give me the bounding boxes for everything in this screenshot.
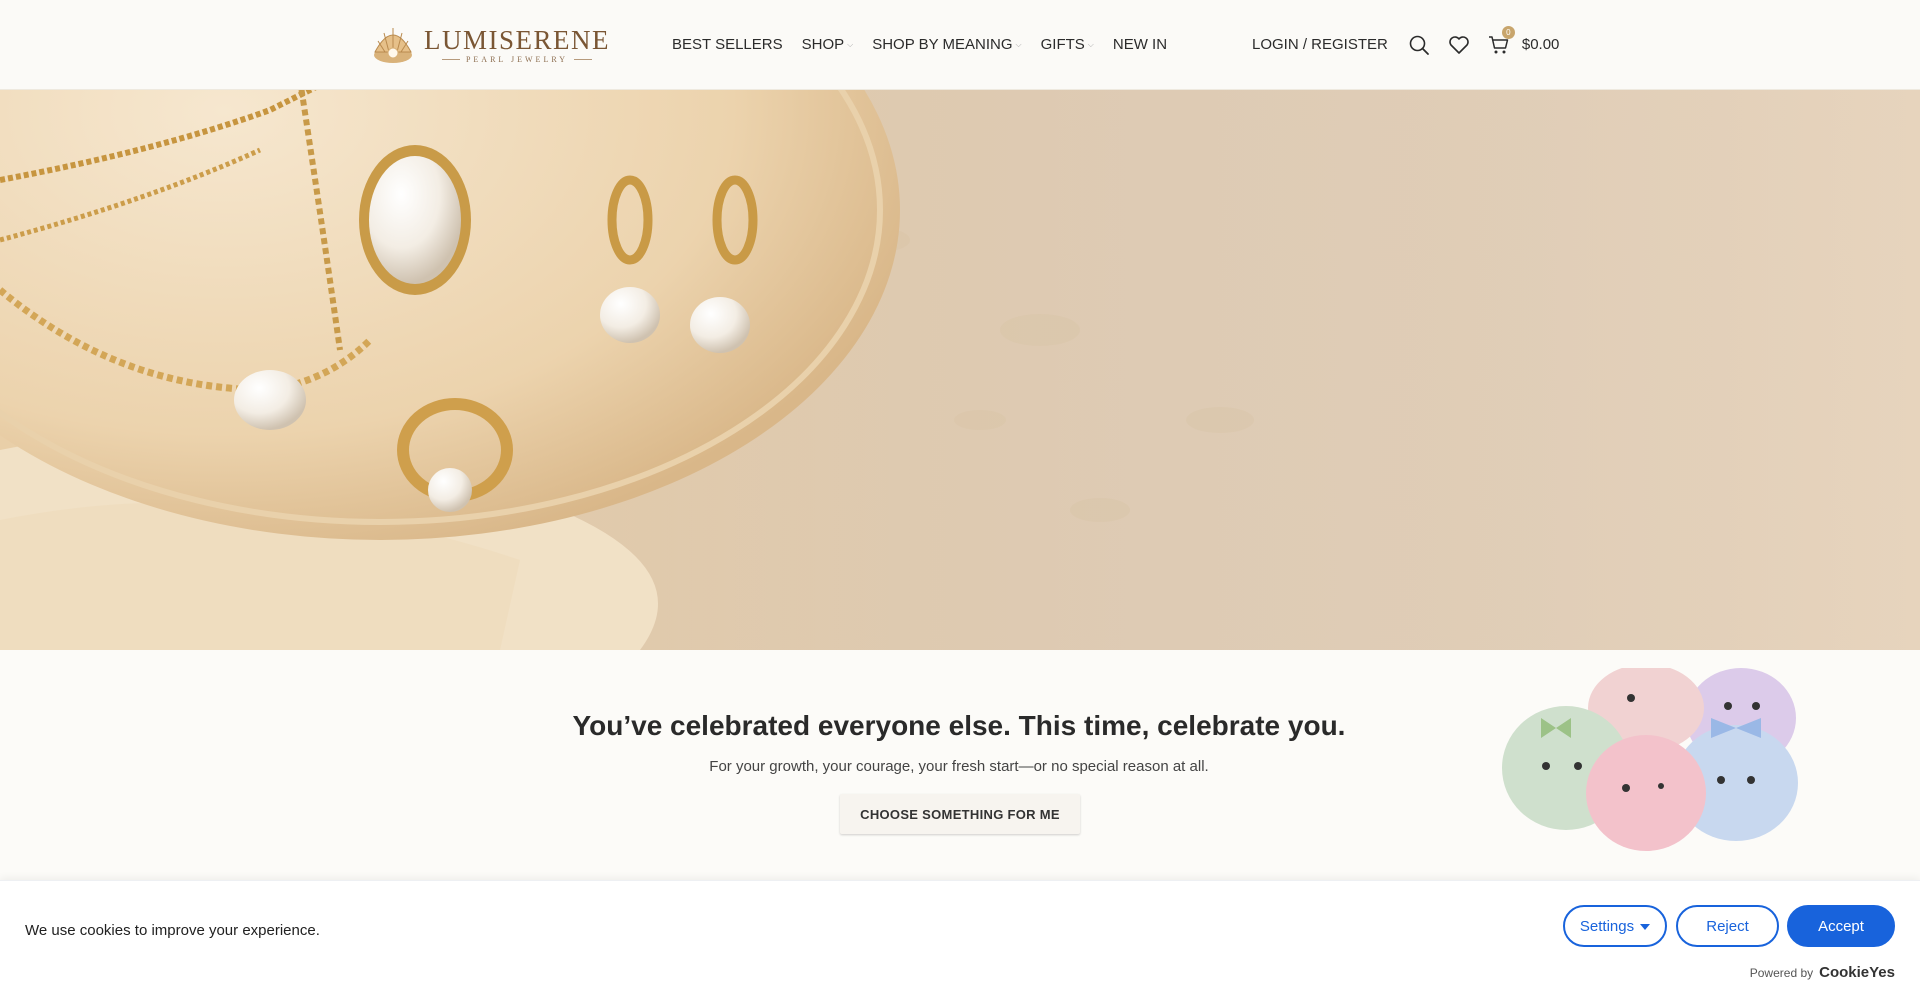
logo-tagline: PEARL JEWELRY (436, 55, 598, 64)
cookieyes-logo: CookieYes (1819, 964, 1895, 981)
cart-icon-wrap: 0 (1488, 25, 1515, 56)
cookie-settings-button[interactable]: Settings (1563, 905, 1667, 947)
nav-item-shop[interactable]: SHOP ⌵ (802, 36, 854, 53)
nav-item-gifts[interactable]: GIFTS ⌵ (1041, 36, 1094, 53)
site-logo[interactable]: LUMISERENE PEARL JEWELRY (370, 22, 610, 68)
login-register-link[interactable]: LOGIN / REGISTER (1252, 36, 1388, 53)
nav-item-best-sellers[interactable]: BEST SELLERS (672, 36, 783, 53)
main-nav: BEST SELLERS SHOP ⌵ SHOP BY MEANING ⌵ GIFT… (672, 0, 1186, 89)
cart-count-badge: 0 (1501, 25, 1515, 39)
site-header: LUMISERENE PEARL JEWELRY BEST SELLERS SH… (0, 0, 1920, 90)
logo-name: LUMISERENE (424, 25, 610, 55)
chevron-down-icon: ⌵ (847, 39, 854, 49)
intro-section: You’ve celebrated everyone else. This ti… (0, 650, 1920, 880)
cookie-reject-button[interactable]: Reject (1676, 905, 1779, 947)
choose-something-button[interactable]: CHOOSE SOMETHING FOR ME (840, 794, 1080, 834)
powered-by[interactable]: Powered by CookieYes (1750, 964, 1895, 981)
chevron-down-icon: ⌵ (1015, 39, 1022, 49)
cookie-message: We use cookies to improve your experienc… (25, 922, 320, 939)
cart-button[interactable]: 0 $0.00 (1488, 25, 1560, 56)
caret-down-icon (1640, 923, 1651, 930)
nav-item-new-in[interactable]: NEW IN (1113, 36, 1167, 53)
cart-total: $0.00 (1521, 36, 1560, 53)
plush-toys-image (1502, 668, 1798, 851)
hero-banner[interactable] (0, 90, 1920, 650)
cookie-banner: We use cookies to improve your experienc… (0, 880, 1920, 994)
hero-jewelry-image (0, 90, 1920, 650)
chevron-down-icon: ⌵ (1087, 39, 1094, 49)
cookie-accept-button[interactable]: Accept (1787, 905, 1895, 947)
heart-icon[interactable] (1448, 34, 1470, 56)
header-tools: LOGIN / REGISTER 0 $0.00 (1252, 0, 1559, 89)
nav-item-shop-by-meaning[interactable]: SHOP BY MEANING ⌵ (872, 36, 1021, 53)
search-icon[interactable] (1408, 34, 1430, 56)
shell-logo-icon (374, 28, 412, 63)
